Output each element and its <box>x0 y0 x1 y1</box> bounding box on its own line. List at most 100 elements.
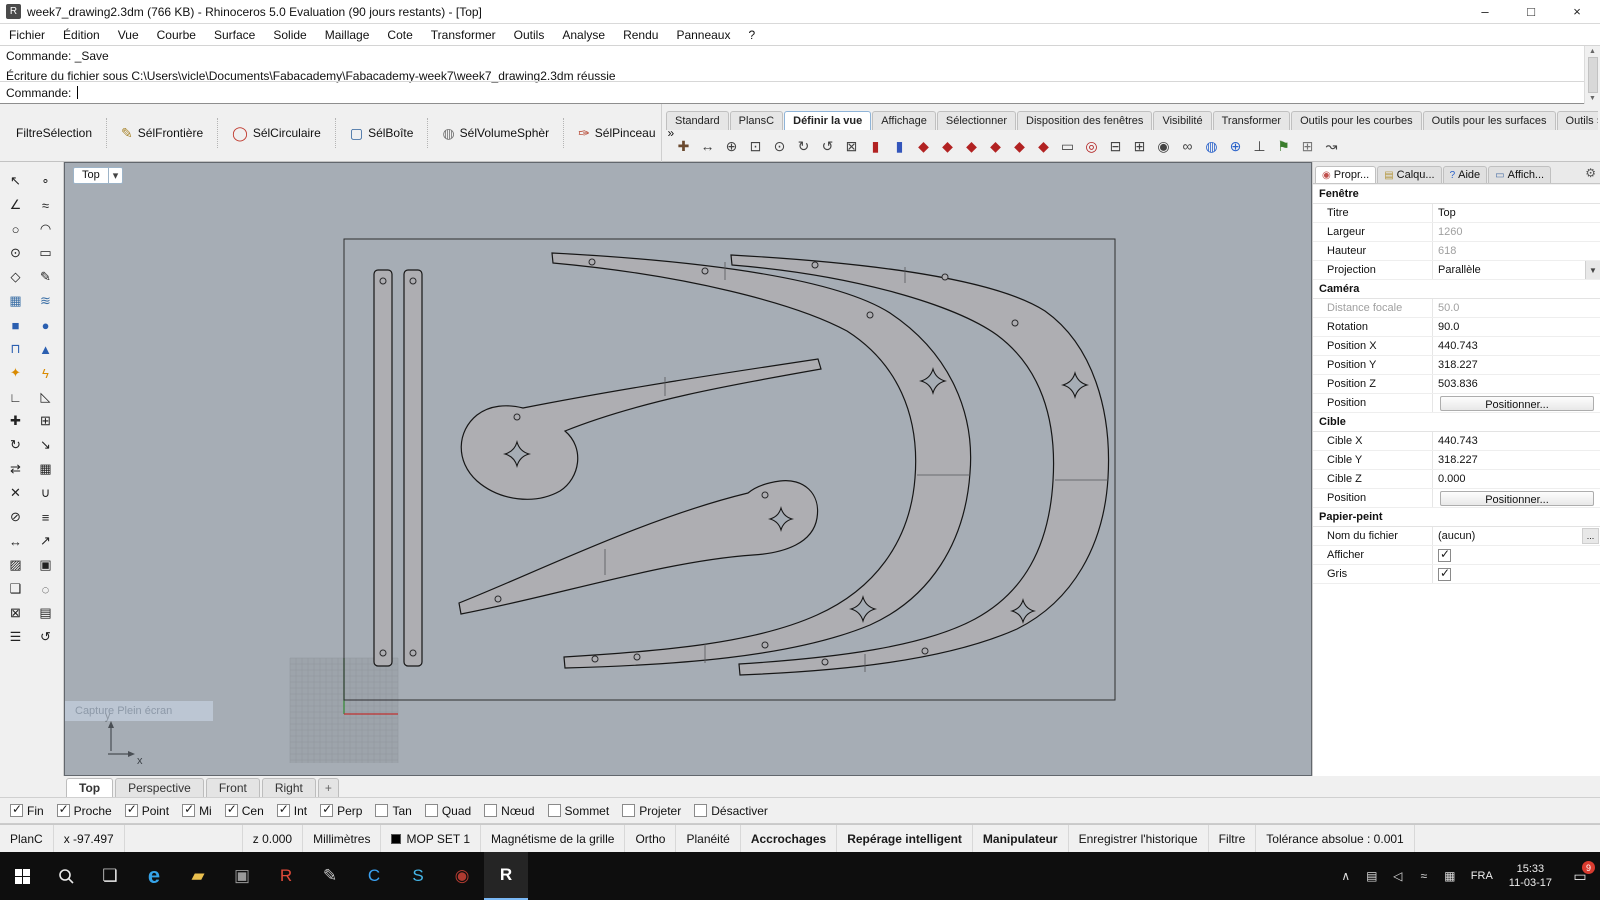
osnap-checkbox-mi[interactable] <box>182 804 195 817</box>
part-slat-1[interactable] <box>374 270 392 666</box>
close-button[interactable]: × <box>1554 0 1600 23</box>
screen-capture-icon[interactable]: ▭ <box>1056 135 1079 158</box>
status-y-coordinate[interactable] <box>125 825 243 852</box>
panel-tab-aide[interactable]: ?Aide <box>1443 166 1488 183</box>
browse-button[interactable]: ... <box>1582 528 1599 544</box>
loft-icon[interactable]: ≋ <box>33 290 59 312</box>
camera-icon[interactable]: ◎ <box>1080 135 1103 158</box>
tray-keyboard-icon[interactable]: ▦ <box>1437 852 1463 900</box>
menu-outils[interactable]: Outils <box>505 26 554 44</box>
panel-tab-propr[interactable]: ◉Propr... <box>1315 166 1376 183</box>
group-icon[interactable]: ❑ <box>3 578 29 600</box>
scroll-down-icon[interactable]: ▼ <box>1589 95 1596 102</box>
polygon-icon[interactable]: ◇ <box>3 266 29 288</box>
move-icon[interactable]: ✚ <box>3 410 29 432</box>
tilt-view-icon[interactable]: ↝ <box>1320 135 1343 158</box>
world-icon[interactable]: ◍ <box>1200 135 1223 158</box>
edge-icon[interactable]: e <box>132 852 176 900</box>
rotate-view-icon[interactable]: ↻ <box>792 135 815 158</box>
command-prompt[interactable]: Commande: <box>0 81 1584 103</box>
app-game-icon[interactable]: ◉ <box>440 852 484 900</box>
menu-courbe[interactable]: Courbe <box>148 26 205 44</box>
fillet-icon[interactable]: ∟ <box>3 386 29 408</box>
hide-icon[interactable]: ◌ <box>33 578 59 600</box>
osnap-sommet[interactable]: Sommet <box>548 804 610 818</box>
toolbar-tab-selectionner[interactable]: Sélectionner <box>937 111 1016 130</box>
undo-view-icon[interactable]: ↺ <box>816 135 839 158</box>
osnap-n-ud[interactable]: Nœud <box>484 804 534 818</box>
view-left-icon[interactable]: ◆ <box>984 135 1007 158</box>
toolbar-tab-outils-pour-les-courbes[interactable]: Outils pour les courbes <box>1291 111 1422 130</box>
language-indicator[interactable]: FRA <box>1463 870 1501 882</box>
property-value[interactable]: Parallèle▼ <box>1433 261 1600 279</box>
surface-icon[interactable]: ▦ <box>3 290 29 312</box>
osnap-checkbox-cen[interactable] <box>225 804 238 817</box>
menu-analyse[interactable]: Analyse <box>553 26 614 44</box>
monitor-icon[interactable]: ⊟ <box>1104 135 1127 158</box>
osnap-checkbox-perp[interactable] <box>320 804 333 817</box>
hatch-icon[interactable]: ▨ <box>3 554 29 576</box>
cone-icon[interactable]: ▲ <box>33 338 59 360</box>
status-millimetres[interactable]: Millimètres <box>303 825 381 852</box>
property-value[interactable]: (aucun)... <box>1433 527 1600 545</box>
osnap-projeter[interactable]: Projeter <box>622 804 681 818</box>
menu-cote[interactable]: Cote <box>378 26 421 44</box>
checkbox-gris[interactable] <box>1438 568 1451 581</box>
button-selcirculaire[interactable]: ◯SélCirculaire <box>224 120 329 146</box>
osnap-checkbox-point[interactable] <box>125 804 138 817</box>
notifications-button[interactable]: ▭ 9 <box>1560 852 1600 900</box>
part-side-frame-1[interactable] <box>552 253 971 668</box>
gear-icon[interactable]: ⚙ <box>1585 166 1596 180</box>
toolbar-tab-transformer[interactable]: Transformer <box>1213 111 1291 130</box>
menu-solide[interactable]: Solide <box>264 26 315 44</box>
toolbar-tab-affichage[interactable]: Affichage <box>872 111 936 130</box>
viewport-title-label[interactable]: Top <box>73 167 109 184</box>
button-selvolumespher[interactable]: ◍SélVolumeSphèr <box>434 120 557 146</box>
osnap-int[interactable]: Int <box>277 804 307 818</box>
app-pen-icon[interactable]: ✎ <box>308 852 352 900</box>
rhinoceros-icon[interactable]: R <box>484 852 528 900</box>
viewport-tab-+[interactable]: + <box>318 778 339 797</box>
osnap-checkbox-n-ud[interactable] <box>484 804 497 817</box>
command-area[interactable]: Commande: _Save Écriture du fichier sous… <box>0 46 1600 104</box>
move-view-icon[interactable]: ↔ <box>696 135 719 158</box>
view-right-icon[interactable]: ◆ <box>960 135 983 158</box>
status-magnetisme-de-la-grille[interactable]: Magnétisme de la grille <box>481 825 625 852</box>
menu-edition[interactable]: Édition <box>54 26 109 44</box>
menu-transformer[interactable]: Transformer <box>422 26 505 44</box>
tray-display-icon[interactable]: ▤ <box>1359 852 1385 900</box>
link-views-icon[interactable]: ∞ <box>1176 135 1199 158</box>
properties-tool-icon[interactable]: ☰ <box>3 626 29 648</box>
menu-vue[interactable]: Vue <box>109 26 148 44</box>
checkbox-afficher[interactable] <box>1438 549 1451 562</box>
copy-icon[interactable]: ⊞ <box>33 410 59 432</box>
offset-icon[interactable]: ≡ <box>33 506 59 528</box>
viewport-tab-top[interactable]: Top <box>66 778 113 797</box>
minimize-button[interactable]: – <box>1462 0 1508 23</box>
positionner-button[interactable]: Positionner... <box>1440 396 1594 411</box>
chamfer-icon[interactable]: ◺ <box>33 386 59 408</box>
curve-icon[interactable]: ≈ <box>33 194 59 216</box>
menu-panneaux[interactable]: Panneaux <box>667 26 739 44</box>
status-reperage-intelligent[interactable]: Repérage intelligent <box>837 825 973 852</box>
view-top-icon[interactable]: ◆ <box>1008 135 1031 158</box>
osnap-checkbox-tan[interactable] <box>375 804 388 817</box>
status-tolerance-absolue-0-001[interactable]: Tolérance absolue : 0.001 <box>1256 825 1414 852</box>
osnap-quad[interactable]: Quad <box>425 804 471 818</box>
tray-expand-icon[interactable]: ∧ <box>1333 852 1359 900</box>
layer-icon[interactable]: ▤ <box>33 602 59 624</box>
scroll-up-icon[interactable]: ▲ <box>1589 48 1596 55</box>
pin-icon[interactable]: ⊥ <box>1248 135 1271 158</box>
top-viewport[interactable]: Top ▾ Capture Plein écran <box>64 162 1312 776</box>
panel-tab-affich[interactable]: ▭Affich... <box>1488 166 1551 183</box>
part-slat-2[interactable] <box>404 270 422 666</box>
menu-maillage[interactable]: Maillage <box>316 26 379 44</box>
toolbar-tab-outils[interactable]: Outils » <box>1557 111 1598 130</box>
task-view-button[interactable]: ❏ <box>88 852 132 900</box>
osnap-checkbox-fin[interactable] <box>10 804 23 817</box>
explode-icon[interactable]: ϟ <box>33 362 59 384</box>
panel-tab-calqu[interactable]: ▤Calqu... <box>1377 166 1441 183</box>
command-scrollbar[interactable]: ▲ ▼ <box>1584 46 1600 104</box>
arc-icon[interactable]: ◠ <box>33 218 59 240</box>
toolbar-tab-definir-la-vue[interactable]: Définir la vue <box>784 111 871 130</box>
